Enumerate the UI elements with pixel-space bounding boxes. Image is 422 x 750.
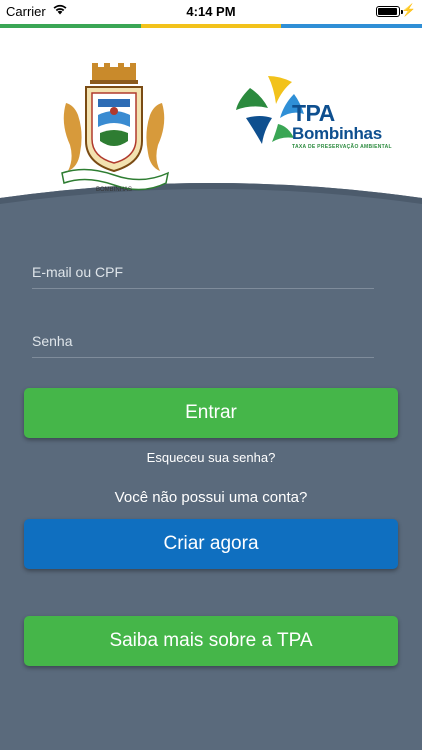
forgot-password-link[interactable]: Esqueceu sua senha?: [0, 450, 422, 465]
no-account-prompt: Você não possui uma conta?: [114, 489, 308, 506]
coat-caption: BOMBINHAS: [96, 187, 132, 193]
learn-more-button[interactable]: Saiba mais sobre a TPA: [24, 616, 398, 666]
email-field[interactable]: [32, 258, 374, 289]
tpa-title: TPA: [292, 100, 335, 126]
charging-icon: ⚡: [401, 3, 416, 17]
password-field[interactable]: [32, 327, 374, 358]
tpa-tagline: TAXA DE PRESERVAÇÃO AMBIENTAL: [292, 144, 392, 150]
status-bar: Carrier 4:14 PM ⚡: [0, 0, 422, 24]
coat-of-arms-logo: BOMBINHAS: [56, 63, 172, 193]
tpa-subtitle: Bombinhas: [292, 124, 382, 143]
battery-icon: [376, 6, 403, 17]
header-logos: BOMBINHAS TPA Bombinhas TAXA DE PRESERVA…: [0, 28, 422, 228]
password-input[interactable]: [32, 327, 374, 355]
create-account-button[interactable]: Criar agora: [24, 519, 398, 569]
login-button[interactable]: Entrar: [24, 388, 398, 438]
clock: 4:14 PM: [186, 4, 236, 19]
email-input[interactable]: [32, 258, 374, 286]
